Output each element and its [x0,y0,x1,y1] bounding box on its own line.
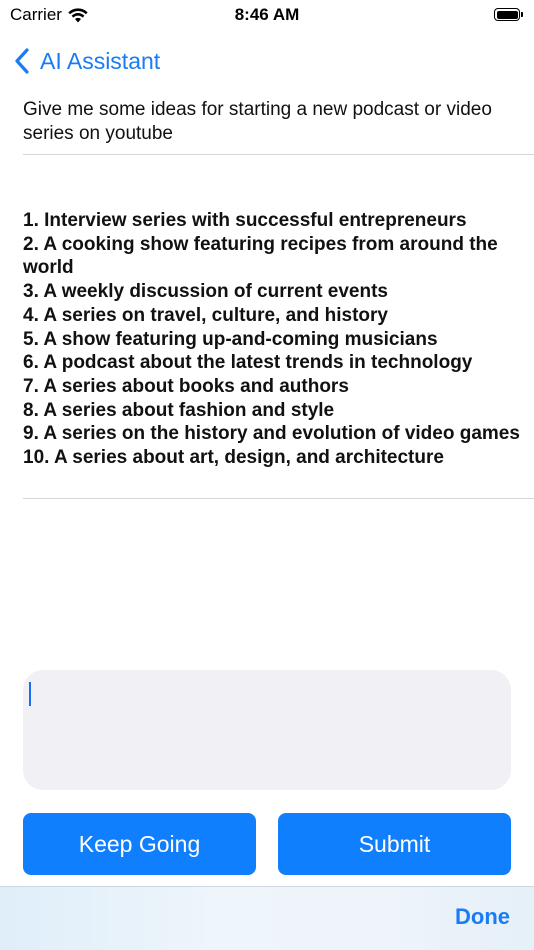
status-bar: Carrier 8:46 AM [0,0,534,30]
list-item: 10. A series about art, design, and arch… [23,447,444,469]
list-item: 7. A series about books and authors [23,375,349,397]
prompt-text: Give me some ideas for starting a new po… [23,99,492,144]
list-item: 4. A series on travel, culture, and hist… [23,304,388,326]
divider [23,498,534,499]
text-cursor [29,682,31,706]
message-input[interactable] [23,670,511,790]
list-item: 9. A series on the history and evolution… [23,423,520,445]
list-item: 6. A podcast about the latest trends in … [23,352,473,374]
keyboard-toolbar: Done [0,886,534,950]
done-button[interactable]: Done [455,904,510,930]
list-item: 8. A series about fashion and style [23,399,335,421]
divider [23,154,534,155]
list-item: 5. A show featuring up-and-coming musici… [23,328,438,350]
status-time: 8:46 AM [234,5,300,24]
battery-icon [494,7,524,22]
chevron-left-icon [15,48,29,74]
submit-button[interactable]: Submit [278,813,511,875]
list-item: 2. A cooking show featuring recipes from… [23,233,498,279]
list-item: 1. Interview series with successful entr… [23,210,467,231]
response-list: 1. Interview series with successful entr… [23,209,523,470]
list-item: 3. A weekly discussion of current events [23,281,388,303]
back-button[interactable]: AI Assistant [12,44,160,78]
back-button-label: AI Assistant [40,47,161,74]
keep-going-button[interactable]: Keep Going [23,813,256,875]
